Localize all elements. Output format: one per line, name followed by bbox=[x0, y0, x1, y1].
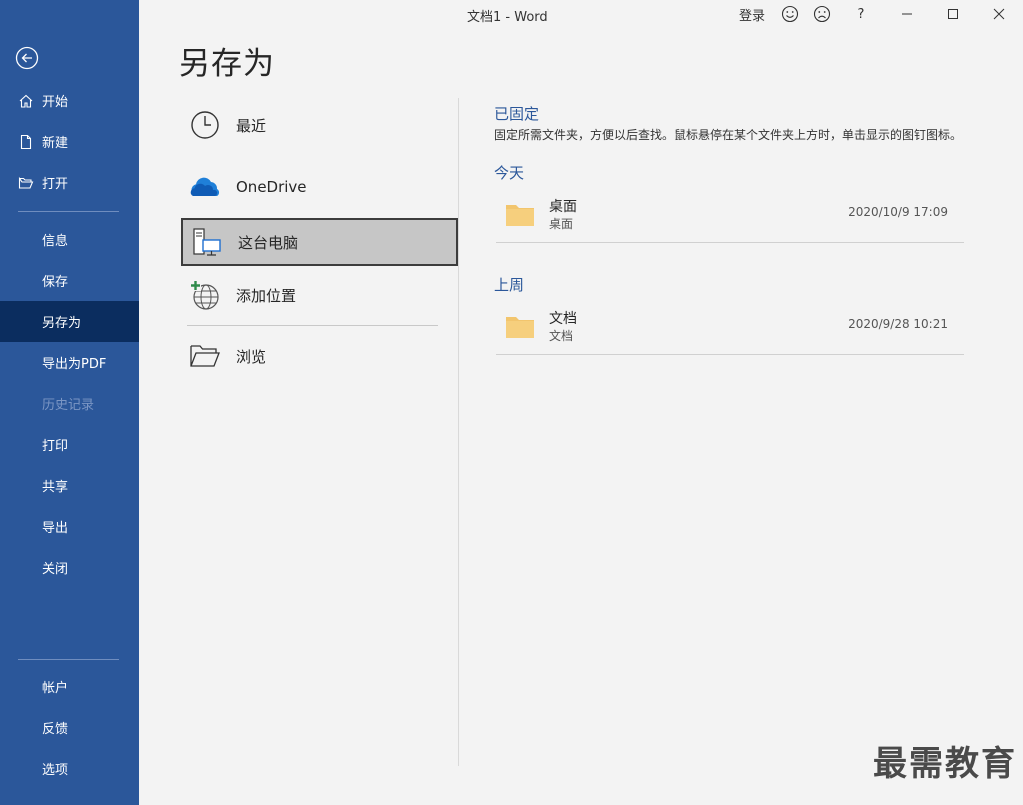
sidebar-item-open[interactable]: 打开 bbox=[0, 162, 139, 203]
sidebar-item-account[interactable]: 帐户 bbox=[0, 666, 139, 707]
sidebar-item-feedback[interactable]: 反馈 bbox=[0, 707, 139, 748]
sidebar-item-label: 保存 bbox=[42, 275, 69, 290]
backstage-sidebar: 开始 新建 打开 信息 保存 另存为 导出为PDF 历史记录 打印 共享 导出 … bbox=[0, 0, 139, 805]
sidebar-item-info[interactable]: 信息 bbox=[0, 219, 139, 260]
sidebar-divider bbox=[18, 659, 119, 660]
folder-icon bbox=[506, 314, 534, 338]
folder-icon bbox=[506, 202, 534, 226]
back-arrow-icon bbox=[15, 46, 39, 70]
sidebar-item-history: 历史记录 bbox=[0, 383, 139, 424]
sidebar-item-close[interactable]: 关闭 bbox=[0, 547, 139, 588]
sidebar-item-new[interactable]: 新建 bbox=[0, 121, 139, 162]
sidebar-divider bbox=[18, 211, 119, 212]
location-onedrive[interactable]: OneDrive bbox=[181, 163, 458, 211]
sidebar-item-save-as[interactable]: 另存为 bbox=[0, 301, 139, 342]
sidebar-item-home[interactable]: 开始 bbox=[0, 80, 139, 121]
sidebar-item-label: 打印 bbox=[42, 439, 69, 454]
signin-button[interactable]: 登录 bbox=[736, 4, 768, 24]
sidebar-item-label: 关闭 bbox=[42, 562, 69, 577]
group-heading-today: 今天 bbox=[494, 164, 525, 182]
new-doc-icon bbox=[18, 134, 34, 150]
home-icon bbox=[18, 93, 34, 109]
sidebar-item-label: 新建 bbox=[42, 136, 69, 151]
title-bar: 文档1 - Word 登录 ? bbox=[139, 0, 1023, 28]
pinned-description: 固定所需文件夹，方便以后查找。鼠标悬停在某个文件夹上方时，单击显示的图钉图标。 bbox=[494, 128, 963, 142]
sidebar-item-label: 共享 bbox=[42, 480, 69, 495]
location-this-pc[interactable]: 这台电脑 bbox=[181, 218, 458, 266]
sidebar-item-share[interactable]: 共享 bbox=[0, 465, 139, 506]
watermark: 最需教育 bbox=[873, 744, 1017, 784]
location-label: 这台电脑 bbox=[238, 233, 299, 252]
folder-name: 文档 bbox=[549, 311, 577, 327]
sidebar-item-label: 历史记录 bbox=[42, 398, 95, 413]
folder-date: 2020/10/9 17:09 bbox=[848, 205, 948, 219]
browse-folder-icon bbox=[189, 340, 221, 372]
pane-divider bbox=[458, 98, 459, 766]
minimize-icon[interactable] bbox=[895, 4, 919, 24]
clock-icon bbox=[189, 109, 221, 141]
sidebar-item-options[interactable]: 选项 bbox=[0, 748, 139, 789]
folder-name: 桌面 bbox=[549, 199, 577, 215]
add-location-globe-icon bbox=[189, 279, 221, 311]
sidebar-item-label: 帐户 bbox=[42, 681, 69, 696]
folder-row-documents[interactable]: 文档 文档 2020/9/28 10:21 bbox=[496, 302, 964, 355]
help-button[interactable]: ? bbox=[851, 4, 871, 24]
folder-path: 文档 bbox=[549, 329, 574, 343]
sidebar-item-save[interactable]: 保存 bbox=[0, 260, 139, 301]
sidebar-item-label: 反馈 bbox=[42, 722, 69, 737]
location-label: 添加位置 bbox=[236, 286, 297, 305]
sidebar-item-label: 导出 bbox=[42, 521, 69, 536]
sidebar-item-print[interactable]: 打印 bbox=[0, 424, 139, 465]
location-recent[interactable]: 最近 bbox=[181, 101, 458, 149]
sidebar-item-label: 信息 bbox=[42, 234, 69, 249]
frown-feedback-icon[interactable] bbox=[812, 4, 832, 24]
pinned-heading: 已固定 bbox=[494, 105, 540, 123]
folder-path: 桌面 bbox=[549, 217, 574, 231]
location-divider bbox=[187, 325, 438, 326]
sidebar-item-export[interactable]: 导出 bbox=[0, 506, 139, 547]
back-button[interactable] bbox=[15, 46, 39, 70]
onedrive-cloud-icon bbox=[189, 171, 221, 203]
sidebar-item-label: 另存为 bbox=[42, 316, 82, 331]
location-label: OneDrive bbox=[236, 178, 307, 196]
window-title: 文档1 - Word bbox=[467, 10, 548, 25]
location-browse[interactable]: 浏览 bbox=[181, 332, 458, 380]
group-heading-last-week: 上周 bbox=[494, 276, 525, 294]
sidebar-item-label: 开始 bbox=[42, 95, 69, 110]
sidebar-item-label: 打开 bbox=[42, 177, 69, 192]
location-label: 浏览 bbox=[236, 347, 267, 366]
close-window-icon[interactable] bbox=[987, 4, 1011, 24]
this-pc-icon bbox=[191, 226, 223, 258]
sidebar-item-label: 导出为PDF bbox=[42, 357, 107, 372]
smile-feedback-icon[interactable] bbox=[780, 4, 800, 24]
folder-date: 2020/9/28 10:21 bbox=[848, 317, 948, 331]
location-label: 最近 bbox=[236, 116, 267, 135]
page-title: 另存为 bbox=[179, 46, 275, 82]
folder-row-desktop[interactable]: 桌面 桌面 2020/10/9 17:09 bbox=[496, 190, 964, 243]
sidebar-item-export-pdf[interactable]: 导出为PDF bbox=[0, 342, 139, 383]
maximize-icon[interactable] bbox=[941, 4, 965, 24]
sidebar-item-label: 选项 bbox=[42, 763, 69, 778]
location-add-place[interactable]: 添加位置 bbox=[181, 271, 458, 319]
open-folder-icon bbox=[18, 175, 34, 191]
